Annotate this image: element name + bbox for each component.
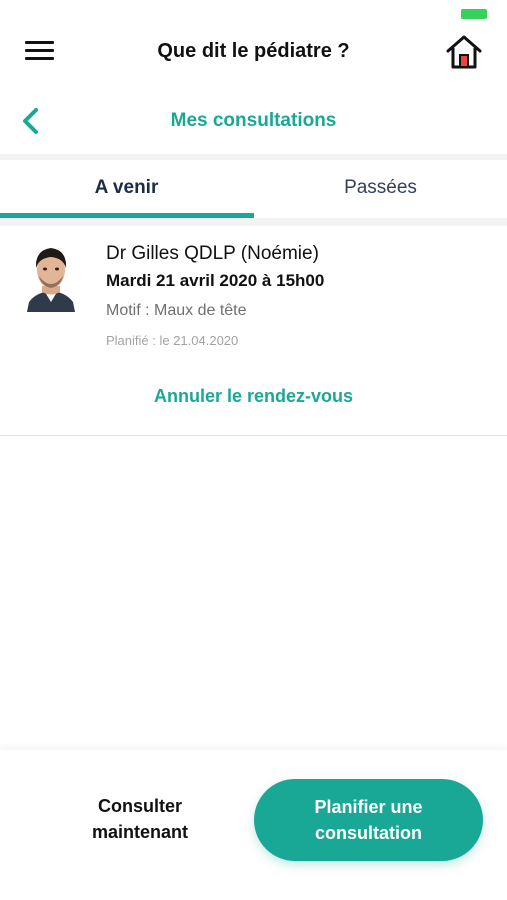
battery-indicator <box>461 9 487 19</box>
consult-now-label-line2: maintenant <box>91 822 188 842</box>
consult-now-button[interactable]: Consulter maintenant <box>40 793 240 845</box>
cancel-appointment-link[interactable]: Annuler le rendez-vous <box>0 386 507 407</box>
app-title: Que dit le pédiatre ? <box>157 40 350 62</box>
plan-label-line1: Planifier une <box>314 797 423 817</box>
appointment-planned-date: Planifié : le 21.04.2020 <box>106 333 239 348</box>
plan-label-line2: consultation <box>315 823 422 843</box>
home-icon[interactable] <box>444 34 484 70</box>
appointment-motif: Motif : Maux de tête <box>106 302 247 319</box>
subheader: Mes consultations <box>0 90 507 154</box>
doctor-name: Dr Gilles QDLP (Noémie) <box>106 243 319 264</box>
tab-bar: A venir Passées <box>0 160 507 218</box>
tab-a-venir[interactable]: A venir <box>0 160 253 218</box>
doctor-avatar <box>25 242 77 312</box>
appointment-card: Dr Gilles QDLP (Noémie) Mardi 21 avril 2… <box>0 226 507 436</box>
divider-band <box>0 218 507 226</box>
tab-passees[interactable]: Passées <box>254 160 507 218</box>
plan-consultation-button[interactable]: Planifier une consultation <box>254 779 483 861</box>
bottom-action-bar: Consulter maintenant Planifier une consu… <box>0 750 507 900</box>
page-title: Mes consultations <box>170 110 337 131</box>
app-header: Que dit le pédiatre ? <box>0 20 507 84</box>
consult-now-label-line1: Consulter <box>97 796 182 816</box>
appointment-datetime: Mardi 21 avril 2020 à 15h00 <box>106 271 325 290</box>
